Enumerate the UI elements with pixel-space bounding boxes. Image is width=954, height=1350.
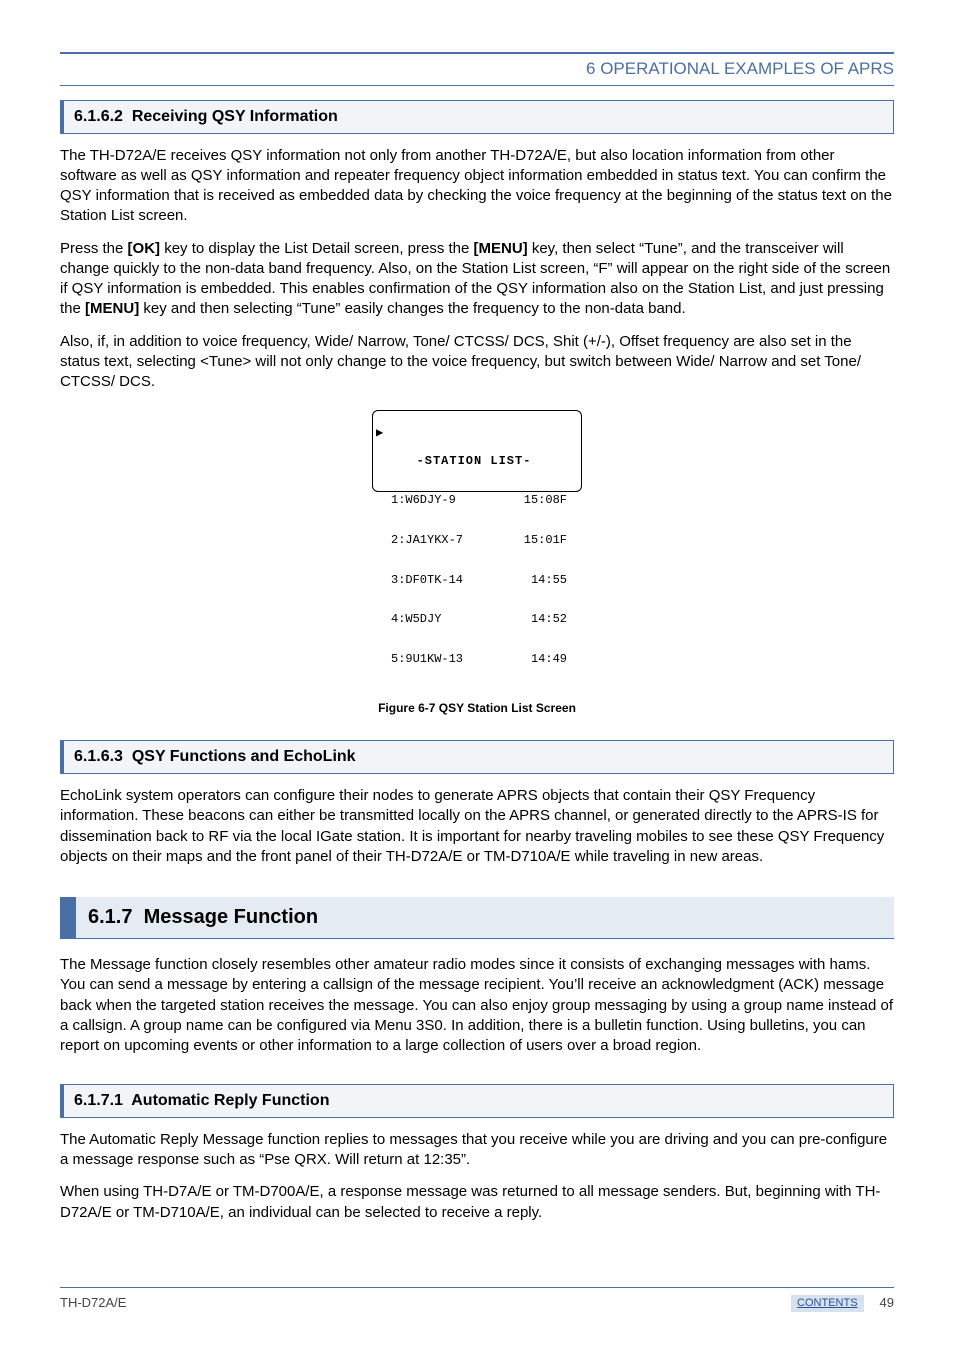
list-item: 2:JA1YKX-7 15:01F [381,534,567,547]
text: key to display the List Detail screen, p… [160,240,473,257]
station: 3:DF0TK-14 [381,574,463,587]
qsy-station-list-figure: ▶ -STATION LIST- 1:W6DJY-9 15:08F 2:JA1YK… [60,410,894,694]
model-label: TH-D72A/E [60,1294,126,1312]
heading-text: 6.1.6.2 Receiving QSY Information [74,108,338,125]
key-ok: [OK] [128,240,161,257]
time: 14:55 [531,574,567,587]
heading-num: 6.1.7.1 [74,1092,123,1109]
page-number: 49 [880,1294,894,1312]
para: The TH-D72A/E receives QSY information n… [60,146,894,227]
time: 15:08F [524,494,567,507]
cursor-icon: ▶ [376,427,383,440]
lcd-title: -STATION LIST- [381,455,567,468]
list-item: 5:9U1KW-13 14:49 [381,653,567,666]
heading-title: Receiving QSY Information [132,108,338,125]
key-menu: [MENU] [474,240,528,257]
heading-6-1-7: 6.1.7 Message Function [60,897,894,939]
station: 4:W5DJY [381,613,441,626]
para: Also, if, in addition to voice frequency… [60,332,894,393]
heading-num: 6.1.6.2 [74,108,123,125]
heading-6-1-7-1: 6.1.7.1 Automatic Reply Function [60,1084,894,1118]
heading-6-1-6-2: 6.1.6.2 Receiving QSY Information [60,100,894,134]
lcd-screen: ▶ -STATION LIST- 1:W6DJY-915:08F 2:JA1YK… [372,410,582,492]
figure-caption: Figure 6-7 QSY Station List Screen [60,700,894,716]
para: EchoLink system operators can configure … [60,786,894,867]
contents-link[interactable]: CONTENTS [791,1295,864,1312]
heading-text: 6.1.6.3 QSY Functions and EchoLink [74,748,356,765]
para: Press the [OK] key to display the List D… [60,239,894,320]
list-item: 4:W5DJY 14:52 [381,613,567,626]
para: When using TH-D7A/E or TM-D700A/E, a res… [60,1182,894,1223]
heading-title: QSY Functions and EchoLink [132,748,356,765]
station: 5:9U1KW-13 [381,653,463,666]
heading-text: 6.1.7 Message Function [88,906,318,928]
text: Press the [60,240,128,257]
station: 1:W6DJY-9 [381,494,456,507]
time: 14:52 [531,613,567,626]
list-item: 1:W6DJY-9 15:08F [381,494,567,507]
list-item: 3:DF0TK-14 14:55 [381,574,567,587]
time: 14:49 [531,653,567,666]
time: 15:01F [524,534,567,547]
heading-title: Message Function [144,906,318,928]
para: The Message function closely resembles o… [60,955,894,1056]
para: The Automatic Reply Message function rep… [60,1130,894,1171]
text: key and then selecting “Tune” easily cha… [139,300,685,317]
heading-6-1-6-3: 6.1.6.3 QSY Functions and EchoLink [60,740,894,774]
page-footer: TH-D72A/E CONTENTS 49 [60,1287,894,1312]
heading-text: 6.1.7.1 Automatic Reply Function [74,1092,329,1109]
key-menu: [MENU] [85,300,139,317]
station: 2:JA1YKX-7 [381,534,463,547]
heading-num: 6.1.7 [88,906,132,928]
heading-title: Automatic Reply Function [131,1092,329,1109]
heading-num: 6.1.6.3 [74,748,123,765]
chapter-header: 6 OPERATIONAL EXAMPLES OF APRS [60,52,894,86]
